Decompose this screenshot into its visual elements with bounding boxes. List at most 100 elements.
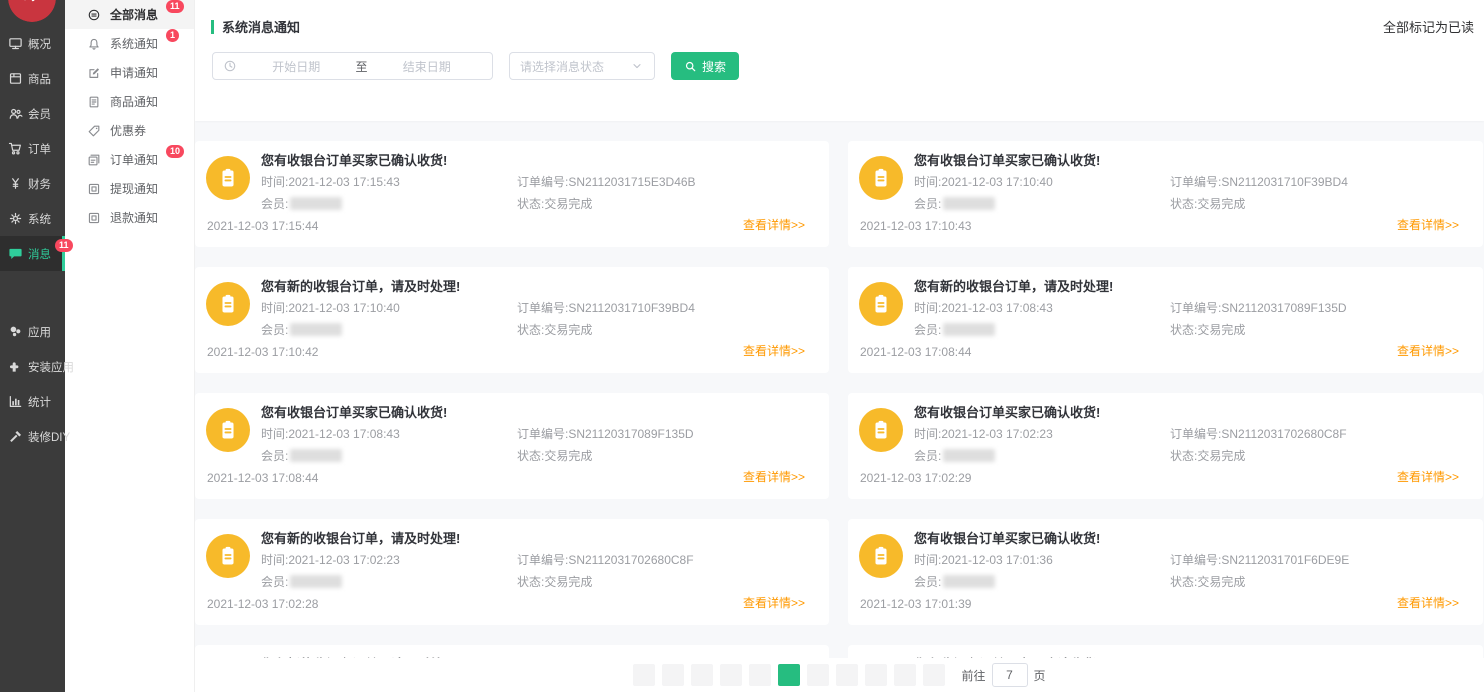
view-detail-link[interactable]: 查看详情>> [1397, 468, 1459, 485]
date-range-input[interactable]: 开始日期 至 结束日期 [212, 52, 493, 80]
notification-badge: 1 [166, 29, 179, 42]
view-detail-link[interactable]: 查看详情>> [743, 594, 805, 611]
message-order-number: 订单编号:SN2112031701F6DE9E [1170, 551, 1349, 568]
message-icon [8, 246, 23, 261]
message-time: 时间:2021-12-03 17:10:40 [914, 173, 1053, 190]
clock-icon [223, 59, 237, 73]
page-button[interactable] [923, 664, 945, 686]
page-button[interactable] [720, 664, 742, 686]
message-type-badge [859, 156, 903, 200]
message-footer-time: 2021-12-03 17:10:42 [207, 345, 318, 359]
sidebar-item[interactable]: 安装应用 [0, 349, 65, 384]
message-category-item[interactable]: 全部消息 11 [65, 0, 194, 29]
sidebar-item-label: 订单 [28, 141, 51, 157]
message-category-item[interactable]: 提现通知 [65, 174, 194, 203]
message-type-badge [859, 282, 903, 326]
sidebar-item-label: 商品 [28, 71, 51, 87]
search-button[interactable]: 搜索 [671, 52, 739, 80]
stats-icon [8, 394, 23, 409]
message-type-badge [206, 408, 250, 452]
sidebar-item[interactable]: 商品 [0, 61, 65, 96]
sidebar-item-label: 消息 [28, 246, 51, 262]
notification-badge: 11 [166, 0, 184, 13]
page-button[interactable] [836, 664, 858, 686]
sidebar-item[interactable]: 概况 [0, 26, 65, 61]
message-order-number: 订单编号:SN2112031710F39BD4 [1170, 173, 1348, 190]
sidebar-item[interactable]: 系统 [0, 201, 65, 236]
message-footer-time: 2021-12-03 17:02:29 [860, 471, 971, 485]
end-date-placeholder: 结束日期 [372, 58, 483, 75]
message-title: 您有收银台订单买家已确认收货! [914, 150, 1100, 169]
page-button[interactable] [662, 664, 684, 686]
message-time: 时间:2021-12-03 17:15:43 [261, 173, 400, 190]
view-detail-link[interactable]: 查看详情>> [743, 468, 805, 485]
message-member: 会员: [914, 447, 995, 464]
sidebar-item-label: 应用 [28, 324, 51, 340]
view-detail-link[interactable]: 查看详情>> [743, 216, 805, 233]
doc-icon [87, 95, 101, 109]
diy-icon [8, 429, 23, 444]
page-button[interactable] [778, 664, 800, 686]
message-time: 时间:2021-12-03 17:02:23 [261, 551, 400, 568]
member-label: 会员: [914, 573, 941, 590]
sidebar-item[interactable]: 装修DIY [0, 419, 65, 454]
member-name-redacted [290, 323, 342, 336]
page-button[interactable] [807, 664, 829, 686]
search-button-label: 搜索 [702, 58, 726, 75]
pagination-bar: 前往 页 [195, 658, 1484, 692]
status-placeholder: 请选择消息状态 [520, 58, 604, 75]
message-status-select[interactable]: 请选择消息状态 [509, 52, 655, 80]
sidebar-item-label: 会员 [28, 106, 51, 122]
sidebar-item[interactable]: 应用 [0, 314, 65, 349]
member-label: 会员: [261, 321, 288, 338]
sidebar-item[interactable]: 会员 [0, 96, 65, 131]
message-status: 状态:交易完成 [1170, 447, 1245, 464]
member-name-redacted [943, 575, 995, 588]
message-title: 您有新的收银台订单，请及时处理! [261, 276, 460, 295]
mark-all-read-link[interactable]: 全部标记为已读 [1383, 17, 1474, 36]
message-category-item[interactable]: 退款通知 [65, 203, 194, 232]
sidebar-item-label: 装修DIY [28, 429, 70, 445]
receipt-icon [215, 291, 241, 317]
message-order-number: 订单编号:SN2112031715E3D46B [517, 173, 696, 190]
view-detail-link[interactable]: 查看详情>> [1397, 342, 1459, 359]
message-status: 状态:交易完成 [517, 573, 592, 590]
message-category-item[interactable]: 系统通知 1 [65, 29, 194, 58]
message-status: 状态:交易完成 [517, 321, 592, 338]
page-button[interactable] [633, 664, 655, 686]
message-type-badge [206, 534, 250, 578]
sidebar-item[interactable]: 消息 11 [0, 236, 65, 271]
main-nav: 概况 商品 会员 订单 财务 [0, 0, 65, 454]
sidebar-item[interactable]: 财务 [0, 166, 65, 201]
message-category-item[interactable]: 商品通知 [65, 87, 194, 116]
receipt-icon [868, 291, 894, 317]
message-status: 状态:交易完成 [1170, 573, 1245, 590]
message-member: 会员: [261, 573, 342, 590]
message-category-item[interactable]: 申请通知 [65, 58, 194, 87]
page-button[interactable] [749, 664, 771, 686]
view-detail-link[interactable]: 查看详情>> [1397, 594, 1459, 611]
member-name-redacted [943, 323, 995, 336]
message-footer-time: 2021-12-03 17:10:43 [860, 219, 971, 233]
page-unit-label: 页 [1034, 667, 1046, 684]
bell-icon [87, 37, 101, 51]
page-buttons [633, 664, 945, 686]
view-detail-link[interactable]: 查看详情>> [743, 342, 805, 359]
message-category-label: 提现通知 [110, 180, 158, 197]
message-category-item[interactable]: 优惠券 [65, 116, 194, 145]
message-footer-time: 2021-12-03 17:08:44 [207, 471, 318, 485]
page-title-wrap: 系统消息通知 [211, 17, 300, 36]
member-label: 会员: [914, 321, 941, 338]
view-detail-link[interactable]: 查看详情>> [1397, 216, 1459, 233]
page-button[interactable] [691, 664, 713, 686]
header-panel: 系统消息通知 全部标记为已读 开始日期 至 结束日期 请选择消息状态 搜索 [195, 0, 1484, 121]
goto-page-input[interactable] [992, 663, 1028, 687]
sidebar-item-label: 系统 [28, 211, 51, 227]
sidebar-item[interactable]: 统计 [0, 384, 65, 419]
receipt-icon [215, 543, 241, 569]
page-button[interactable] [894, 664, 916, 686]
page-button[interactable] [865, 664, 887, 686]
receipt-icon [215, 165, 241, 191]
message-category-item[interactable]: 订单通知 10 [65, 145, 194, 174]
sidebar-item[interactable]: 订单 [0, 131, 65, 166]
